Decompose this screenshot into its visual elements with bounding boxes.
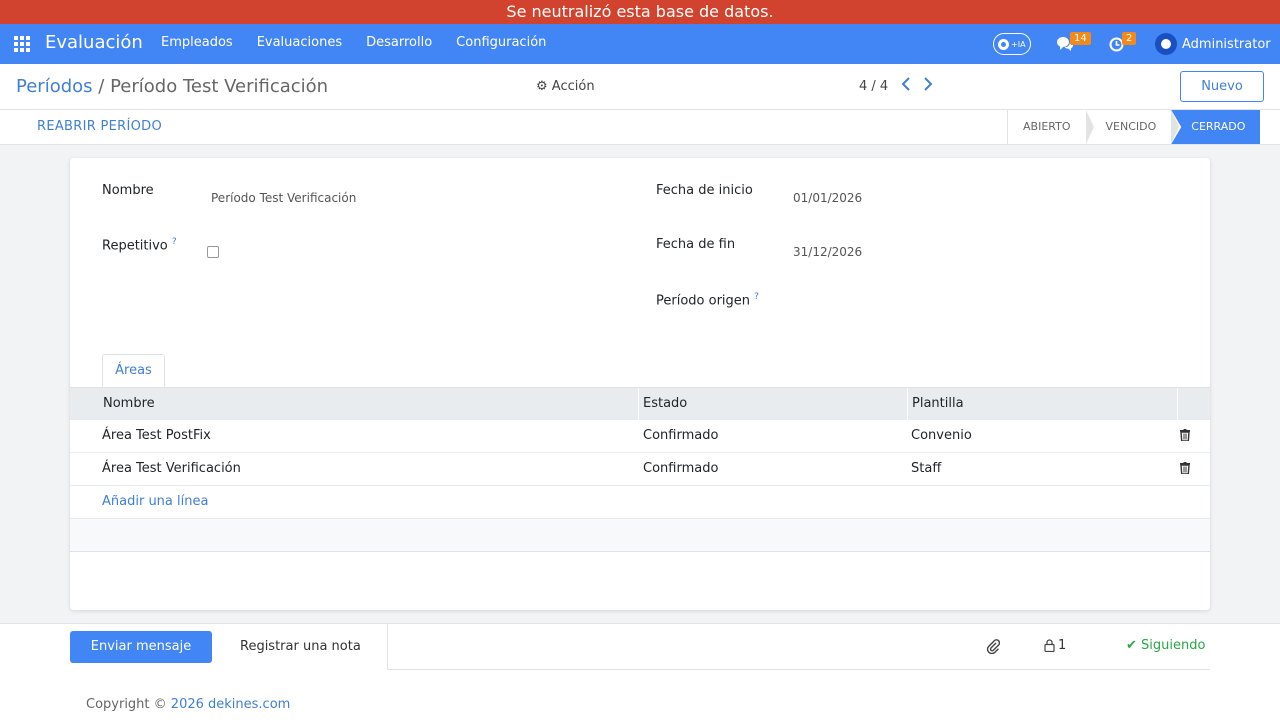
stage-abierto[interactable]: ABIERTO xyxy=(1007,110,1093,144)
apps-menu-icon[interactable] xyxy=(14,36,30,52)
ia-text: IA xyxy=(1017,39,1026,49)
areas-table: Nombre Estado Plantilla Área Test PostFi… xyxy=(70,387,1210,552)
repetitivo-label-text: Repetitivo xyxy=(102,238,168,254)
add-line-row: Añadir una línea xyxy=(70,486,1210,519)
gear-icon: ⚙ xyxy=(536,79,548,94)
table-row[interactable]: Área Test PostFix Confirmado Convenio xyxy=(70,420,1210,453)
ia-label: + xyxy=(1011,39,1018,49)
chatter: Enviar mensaje Registrar una nota 1 ✔ Si… xyxy=(0,623,1280,720)
toggle-knob-icon xyxy=(998,38,1009,50)
repetitivo-label: Repetitivo ? xyxy=(102,237,177,253)
pager-value[interactable]: 4 / 4 xyxy=(859,79,888,94)
new-record-button[interactable]: Nuevo xyxy=(1180,71,1264,102)
copyright-link[interactable]: 2026 dekines.com xyxy=(171,697,291,712)
paperclip-icon[interactable] xyxy=(986,638,1001,658)
stage-pipeline: ABIERTO VENCIDO CERRADO xyxy=(1007,110,1261,144)
menu-item-evaluaciones[interactable]: Evaluaciones xyxy=(257,35,342,50)
table-header: Nombre Estado Plantilla xyxy=(70,387,1210,421)
breadcrumb-periodos-link[interactable]: Períodos xyxy=(16,76,93,97)
cell-plantilla: Convenio xyxy=(911,428,972,443)
breadcrumb: Períodos / Período Test Verificación xyxy=(16,76,328,97)
top-menu: Empleados Evaluaciones Desarrollo Config… xyxy=(161,35,570,50)
messages-count-badge: 14 xyxy=(1070,32,1091,45)
menu-item-empleados[interactable]: Empleados xyxy=(161,35,233,50)
breadcrumb-separator: / xyxy=(98,76,105,97)
column-header-nombre[interactable]: Nombre xyxy=(103,396,155,411)
empty-row xyxy=(70,519,1210,552)
help-icon[interactable]: ? xyxy=(754,292,759,302)
menu-item-configuracion[interactable]: Configuración xyxy=(456,35,546,50)
ia-toggle[interactable]: + IA xyxy=(993,33,1031,55)
user-menu[interactable]: Administrator xyxy=(1155,33,1271,55)
action-label: Acción xyxy=(551,79,595,94)
status-bar: REABRIR PERÍODO ABIERTO VENCIDO CERRADO xyxy=(0,110,1280,145)
chevron-right-icon[interactable] xyxy=(923,77,933,95)
chevron-left-icon[interactable] xyxy=(901,77,911,95)
cell-estado: Confirmado xyxy=(643,461,719,476)
periodo-origen-label: Período origen ? xyxy=(656,292,759,308)
stage-vencido[interactable]: VENCIDO xyxy=(1086,110,1180,144)
nombre-value[interactable]: Período Test Verificación xyxy=(211,191,356,205)
user-name: Administrator xyxy=(1182,36,1271,52)
form-sheet: Nombre Período Test Verificación Repetit… xyxy=(70,158,1210,610)
cell-nombre: Área Test PostFix xyxy=(102,428,211,443)
action-menu-button[interactable]: ⚙ Acción xyxy=(536,79,595,94)
copyright-prefix: Copyright © xyxy=(86,697,167,712)
nombre-label: Nombre xyxy=(102,183,154,198)
app-brand[interactable]: Evaluación xyxy=(45,32,143,53)
menu-item-desarrollo[interactable]: Desarrollo xyxy=(366,35,432,50)
tab-areas[interactable]: Áreas xyxy=(102,354,165,387)
add-line-link[interactable]: Añadir una línea xyxy=(102,494,208,509)
fecha-fin-value[interactable]: 31/12/2026 xyxy=(793,245,862,259)
neutralized-db-banner: Se neutralizó esta base de datos. xyxy=(0,0,1280,24)
control-panel: Períodos / Período Test Verificación ⚙ A… xyxy=(0,64,1280,110)
check-icon: ✔ xyxy=(1126,638,1137,653)
repetitivo-checkbox[interactable] xyxy=(207,246,219,258)
help-icon[interactable]: ? xyxy=(172,237,177,247)
trash-icon[interactable] xyxy=(1180,429,1190,442)
main-navbar: Evaluación Empleados Evaluaciones Desarr… xyxy=(0,24,1280,64)
breadcrumb-current: Período Test Verificación xyxy=(110,76,329,97)
stage-cerrado[interactable]: CERRADO xyxy=(1171,110,1261,144)
reopen-period-button[interactable]: REABRIR PERÍODO xyxy=(37,119,162,134)
column-header-plantilla[interactable]: Plantilla xyxy=(912,396,964,411)
trash-icon[interactable] xyxy=(1180,462,1190,475)
following-toggle[interactable]: ✔ Siguiendo xyxy=(1126,638,1205,653)
periodo-origen-label-text: Período origen xyxy=(656,293,751,309)
fecha-inicio-value[interactable]: 01/01/2026 xyxy=(793,191,862,205)
table-row[interactable]: Área Test Verificación Confirmado Staff xyxy=(70,453,1210,486)
followers-button[interactable]: 1 xyxy=(1044,638,1066,653)
cell-plantilla: Staff xyxy=(911,461,942,476)
fecha-inicio-label: Fecha de inicio xyxy=(656,183,753,198)
followers-count: 1 xyxy=(1058,638,1067,653)
cell-estado: Confirmado xyxy=(643,428,719,443)
activities-count-badge: 2 xyxy=(1122,32,1137,45)
log-note-button[interactable]: Registrar una nota xyxy=(240,639,361,654)
avatar xyxy=(1155,33,1177,55)
column-header-estado[interactable]: Estado xyxy=(643,396,687,411)
copyright: Copyright © 2026 dekines.com xyxy=(86,697,290,712)
fecha-fin-label: Fecha de fin xyxy=(656,237,736,252)
send-message-button[interactable]: Enviar mensaje xyxy=(70,631,212,663)
lock-icon xyxy=(1044,639,1055,652)
following-label: Siguiendo xyxy=(1141,638,1206,653)
cell-nombre: Área Test Verificación xyxy=(102,461,241,476)
